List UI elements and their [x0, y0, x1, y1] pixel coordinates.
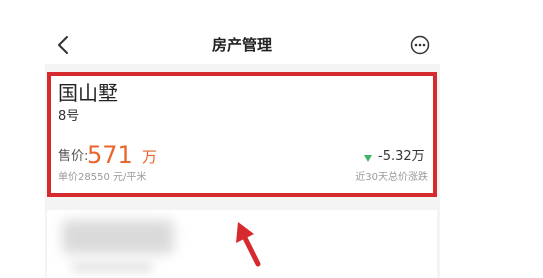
unit-price: 单价28550 元/平米	[58, 172, 147, 183]
triangle-down-icon	[364, 155, 372, 162]
price-value: 571	[87, 141, 133, 169]
property-unit: 8号	[58, 109, 80, 124]
price-change-value: -5.32万	[378, 149, 425, 164]
more-icon[interactable]	[410, 35, 430, 55]
property-name: 国山墅	[58, 81, 118, 105]
page-title: 房产管理	[211, 36, 272, 54]
price-change-label: 近30天总价涨跌	[355, 172, 428, 183]
price-unit: 万	[142, 148, 158, 166]
price-label: 售价:	[58, 149, 89, 164]
chevron-left-icon[interactable]	[56, 35, 70, 55]
blurred-content	[62, 220, 174, 254]
blurred-content	[72, 262, 152, 272]
